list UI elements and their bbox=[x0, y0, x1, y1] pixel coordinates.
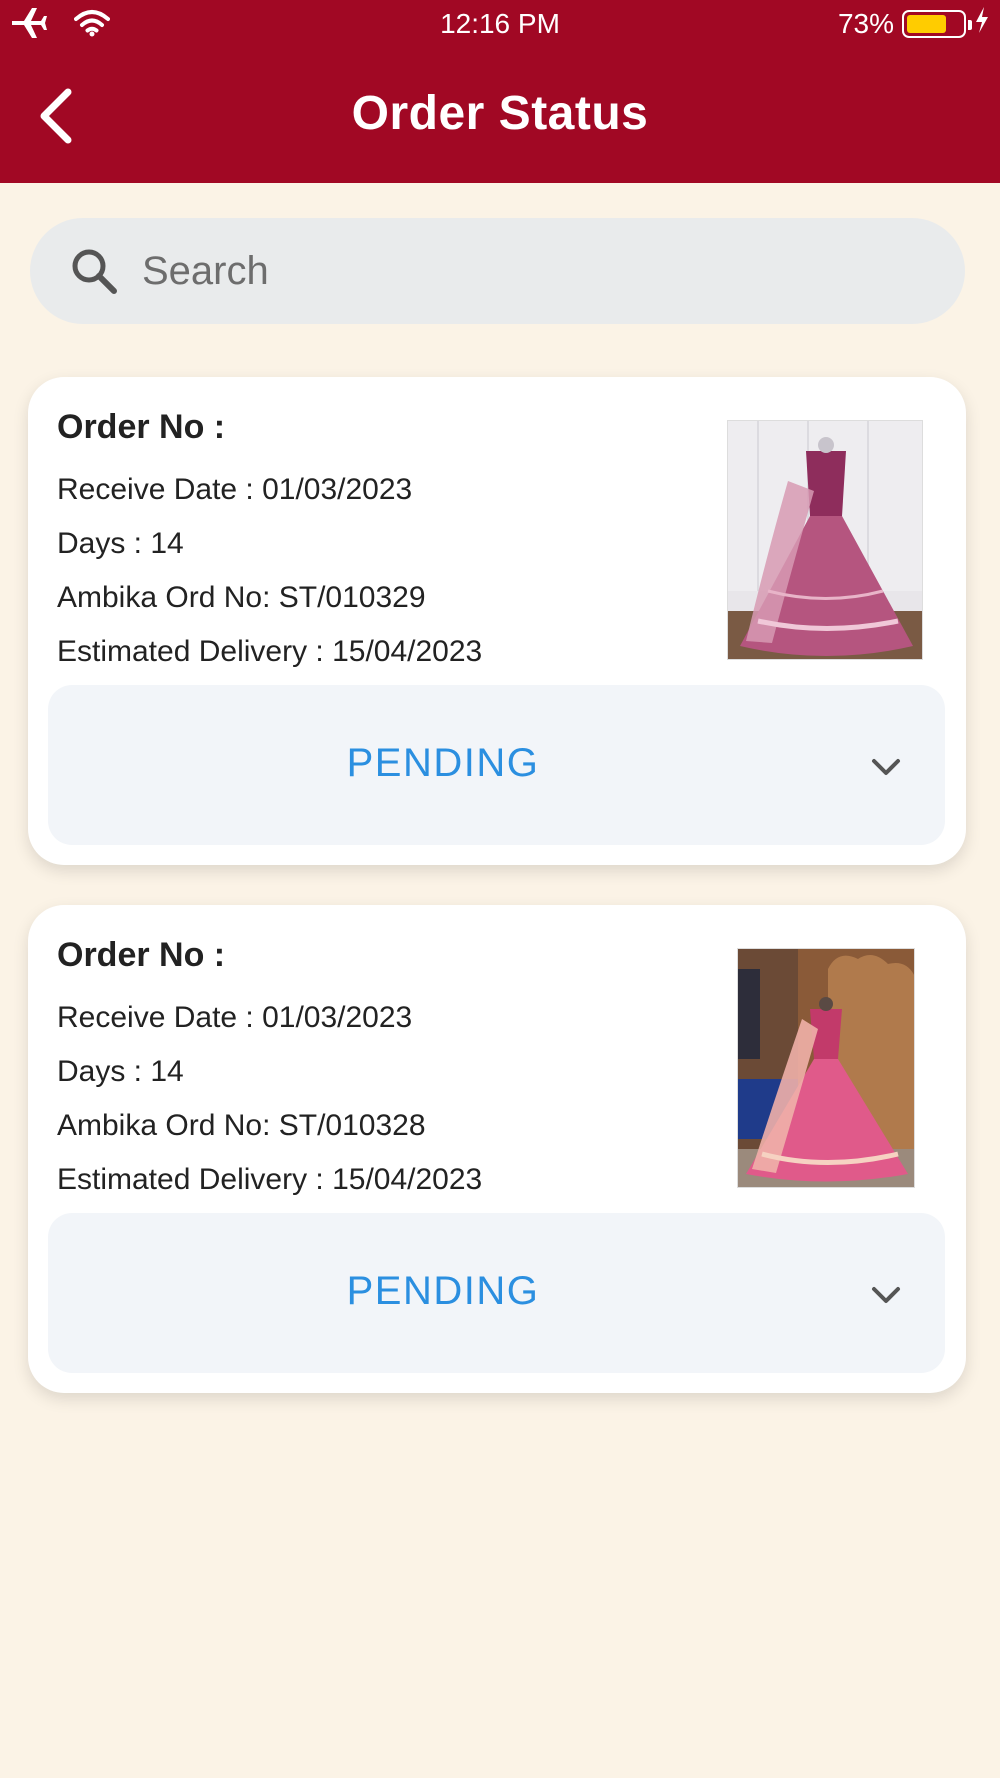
receive-date: Receive Date : 01/03/2023 bbox=[57, 1001, 413, 1034]
days: Days : 14 bbox=[57, 1055, 184, 1088]
search-bar[interactable] bbox=[30, 218, 965, 324]
battery-level-fill bbox=[907, 14, 947, 33]
ambika-order-number: Ambika Ord No: ST/010329 bbox=[57, 581, 426, 614]
search-icon bbox=[68, 245, 120, 297]
order-card: Order No : Receive Date : 01/03/2023 Day… bbox=[28, 905, 966, 1393]
order-details: Order No : Receive Date : 01/03/2023 Day… bbox=[57, 935, 482, 1215]
status-bar: 12:16 PM 73% bbox=[0, 0, 1000, 46]
app-header: 12:16 PM 73% Order Status bbox=[0, 0, 1000, 183]
status-bar-right: 73% bbox=[838, 6, 990, 41]
search-input[interactable] bbox=[142, 248, 842, 294]
status-dropdown[interactable]: PENDING bbox=[48, 1213, 945, 1373]
page-title: Order Status bbox=[351, 87, 649, 140]
order-details: Order No : Receive Date : 01/03/2023 Day… bbox=[57, 407, 482, 687]
order-card: Order No : Receive Date : 01/03/2023 Day… bbox=[28, 377, 966, 865]
status-dropdown[interactable]: PENDING bbox=[48, 685, 945, 845]
days: Days : 14 bbox=[57, 527, 184, 560]
order-no-label: Order No : bbox=[57, 408, 226, 446]
estimated-delivery: Estimated Delivery : 15/04/2023 bbox=[57, 1163, 483, 1196]
product-image[interactable] bbox=[737, 948, 915, 1188]
receive-date: Receive Date : 01/03/2023 bbox=[57, 473, 413, 506]
estimated-delivery: Estimated Delivery : 15/04/2023 bbox=[57, 635, 483, 668]
chevron-down-icon bbox=[868, 1277, 904, 1313]
battery-nub bbox=[968, 19, 972, 30]
battery-icon bbox=[902, 9, 972, 38]
status-label: PENDING bbox=[346, 741, 540, 785]
chevron-down-icon bbox=[868, 749, 904, 785]
charging-bolt-icon bbox=[974, 6, 990, 41]
ambika-order-number: Ambika Ord No: ST/010328 bbox=[57, 1109, 426, 1142]
product-image[interactable] bbox=[727, 420, 923, 660]
order-no-label: Order No : bbox=[57, 936, 226, 974]
battery-percent: 73% bbox=[837, 7, 894, 39]
status-label: PENDING bbox=[346, 1269, 540, 1313]
